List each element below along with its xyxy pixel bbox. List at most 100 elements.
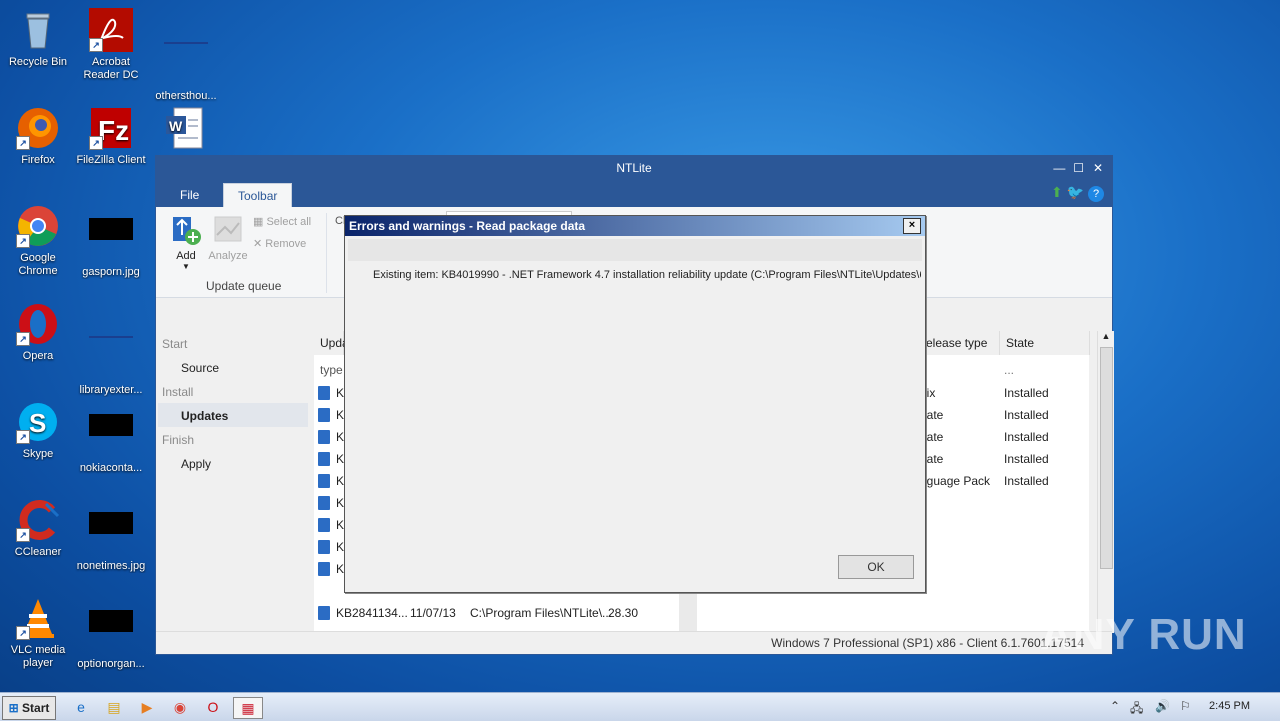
tray-expand-icon[interactable]: ⌃ — [1110, 699, 1120, 713]
update-icon — [318, 474, 330, 488]
table-row-kb[interactable]: K — [336, 430, 344, 444]
desktop-icon-label: VLC media player — [10, 644, 66, 669]
scrollbar-thumb[interactable] — [1100, 347, 1113, 569]
window-titlebar[interactable]: NTLite — ☐ ✕ — [156, 156, 1112, 181]
desktop-icon-label: Recycle Bin — [8, 56, 68, 68]
desktop-icon-recycle-bin[interactable]: Recycle Bin — [0, 8, 76, 69]
action-center-flag-icon[interactable]: ⚐ — [1180, 699, 1191, 713]
scroll-up-icon[interactable]: ▲ — [1098, 331, 1114, 341]
desktop-icon-acrobat[interactable]: ↗ Acrobat Reader DC — [73, 8, 149, 82]
dialog-close-button[interactable]: × — [903, 218, 921, 234]
select-all-button[interactable]: ▦ Select all — [253, 215, 311, 228]
start-button[interactable]: ⊞ Start — [2, 696, 56, 720]
update-icon — [318, 452, 330, 466]
help-icon[interactable]: ? — [1088, 186, 1104, 202]
update-icon — [318, 606, 330, 620]
anyrun-watermark: ANY RUN — [1040, 610, 1247, 659]
shortcut-arrow-icon: ↗ — [16, 626, 30, 640]
ok-button[interactable]: OK — [838, 555, 914, 579]
ribbon-tabs: File Toolbar ⬆ 🐦 ? — [156, 181, 1112, 208]
errors-warnings-dialog: Errors and warnings - Read package data … — [344, 215, 926, 593]
update-icon — [318, 496, 330, 510]
maximize-button[interactable]: ☐ — [1071, 156, 1087, 181]
update-arrow-icon[interactable]: ⬆ — [1051, 184, 1063, 200]
desktop-icon-label: Acrobat Reader DC — [83, 56, 139, 81]
desktop-icon-label: FileZilla Client — [76, 154, 146, 166]
remove-button[interactable]: ✕ Remove — [253, 237, 306, 250]
table-row-kb[interactable]: KB2841134... — [336, 606, 408, 620]
desktop-icon-chrome[interactable]: ↗ Google Chrome — [0, 204, 76, 278]
update-icon — [318, 518, 330, 532]
table-row-kb[interactable]: K — [336, 474, 344, 488]
desktop-icon-label: othersthou... — [155, 90, 217, 102]
volume-icon[interactable]: 🔊 — [1155, 699, 1170, 713]
desktop-icon-label: Firefox — [21, 154, 55, 166]
image-file-icon — [89, 414, 133, 458]
media-player-icon[interactable]: ▶ — [136, 697, 158, 717]
add-button[interactable]: Add ▼ — [168, 213, 204, 271]
chrome-taskbar-icon[interactable]: ◉ — [169, 697, 191, 717]
shortcut-arrow-icon: ↗ — [16, 234, 30, 248]
table-cell-date: 11/07/13 — [410, 606, 456, 620]
table-row-kb[interactable]: K — [336, 518, 344, 532]
opera-taskbar-icon[interactable]: O — [202, 697, 224, 717]
desktop-icon-label: libraryexter... — [79, 384, 143, 396]
table-row-kb[interactable]: K — [336, 540, 344, 554]
desktop-icon-vlc[interactable]: ↗ VLC media player — [0, 596, 76, 670]
network-icon[interactable]: 🖧 — [1130, 699, 1143, 720]
desktop-icon-nonetimes[interactable]: nonetimes.jpg — [73, 498, 149, 573]
update-icon — [318, 408, 330, 422]
dialog-titlebar[interactable]: Errors and warnings - Read package data … — [345, 216, 925, 236]
clock[interactable]: 2:45 PM — [1209, 700, 1250, 712]
analyze-button[interactable]: Analyze — [208, 213, 248, 262]
desktop-icon-gasporn[interactable]: gasporn.jpg — [73, 204, 149, 279]
status-bar: Windows 7 Professional (SP1) x86 - Clien… — [156, 631, 1112, 654]
desktop-icon-opera[interactable]: ↗ Opera — [0, 302, 76, 363]
ribbon-divider — [326, 213, 327, 293]
table-row-kb[interactable]: K — [336, 452, 344, 466]
nav-item-updates[interactable]: Updates — [181, 409, 228, 423]
desktop-icon-othersthou[interactable]: othersthou... — [148, 8, 224, 103]
table-row-kb[interactable]: K — [336, 408, 344, 422]
analyze-label: Analyze — [208, 250, 248, 262]
table-row-kb[interactable]: K — [336, 496, 344, 510]
window-title: NTLite — [616, 161, 652, 175]
desktop-icon-libraryexter[interactable]: libraryexter... — [73, 302, 149, 397]
tab-toolbar[interactable]: Toolbar — [223, 183, 293, 208]
column-header-state[interactable]: State — [1000, 331, 1090, 355]
shortcut-arrow-icon: ↗ — [89, 136, 103, 150]
vertical-scrollbar[interactable]: ▲ — [1097, 331, 1114, 633]
desktop-icon-nokiaconta[interactable]: nokiaconta... — [73, 400, 149, 475]
close-button[interactable]: ✕ — [1090, 156, 1106, 181]
nav-item-apply[interactable]: Apply — [181, 457, 211, 471]
table-row-kb[interactable]: K — [336, 386, 344, 400]
desktop-icon-skype[interactable]: S ↗ Skype — [0, 400, 76, 461]
desktop-icon-word-doc[interactable]: W — [148, 106, 224, 154]
internet-explorer-icon[interactable]: e — [70, 697, 92, 717]
chrome-icon: ↗ — [16, 204, 60, 248]
state-cell: Installed — [1004, 430, 1049, 444]
desktop-icon-firefox[interactable]: ↗ Firefox — [0, 106, 76, 167]
column-header-update[interactable]: Upda — [314, 331, 349, 355]
add-label: Add — [176, 250, 196, 262]
desktop-icon-filezilla[interactable]: Fz ↗ FileZilla Client — [73, 106, 149, 167]
minimize-button[interactable]: — — [1051, 156, 1067, 181]
shortcut-arrow-icon: ↗ — [16, 332, 30, 346]
shortcut-arrow-icon: ↗ — [16, 528, 30, 542]
navigation-sidebar: Start Source Install Updates Finish Appl… — [156, 328, 311, 633]
state-cell: Installed — [1004, 474, 1049, 488]
twitter-icon[interactable]: 🐦 — [1067, 184, 1084, 200]
acrobat-icon: ↗ — [89, 8, 133, 52]
desktop-icon-label: Skype — [22, 448, 54, 460]
file-explorer-icon[interactable]: ▤ — [103, 697, 125, 717]
desktop-icon-ccleaner[interactable]: ↗ CCleaner — [0, 498, 76, 559]
desktop-icon-label: Opera — [22, 350, 54, 362]
ntlite-taskbar-button[interactable]: ▦ — [233, 697, 263, 719]
nav-item-source[interactable]: Source — [181, 361, 219, 375]
table-row-kb[interactable]: K — [336, 562, 344, 576]
tab-file[interactable]: File — [166, 183, 213, 207]
add-update-icon — [173, 217, 201, 245]
column-header-release-type[interactable]: elease type — [920, 331, 1000, 355]
opera-icon: ↗ — [16, 302, 60, 346]
desktop-icon-optionorgan[interactable]: optionorgan... — [73, 596, 149, 671]
